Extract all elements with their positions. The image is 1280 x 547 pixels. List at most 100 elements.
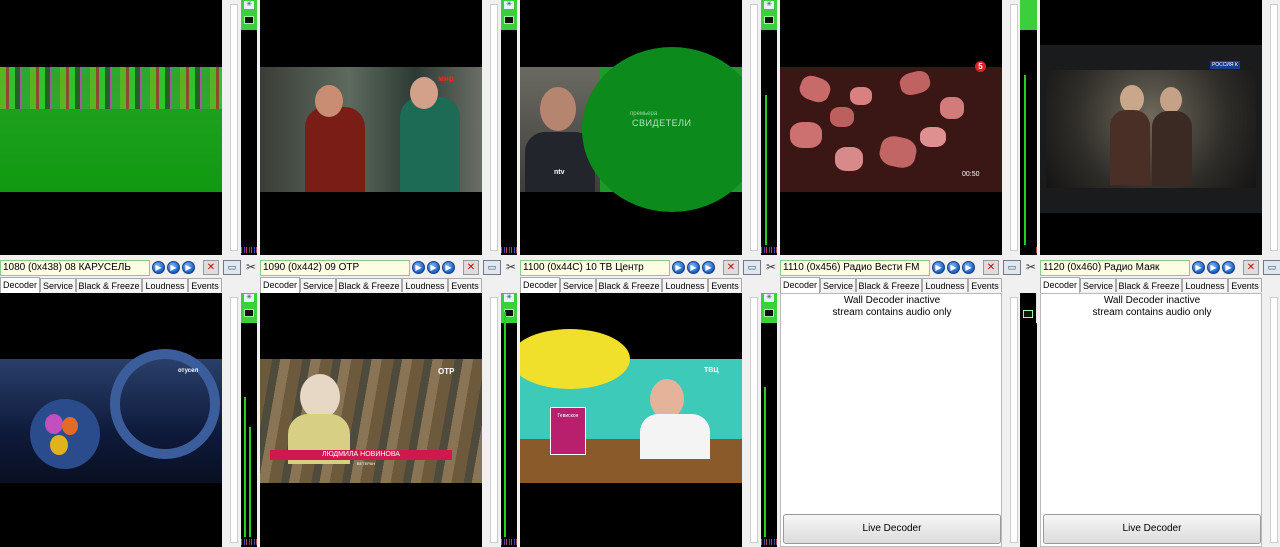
tab-loudness[interactable]: Loudness <box>402 278 448 292</box>
scrollbar[interactable] <box>750 4 758 251</box>
tab-loudness[interactable]: Loudness <box>142 278 188 292</box>
tab-loudness[interactable]: Loudness <box>662 278 708 292</box>
channel-header-5: 1120 (0x460) Радио Маяк ▶ ▶ ▶ ✕ ▭ <box>1040 260 1280 276</box>
tab-loudness[interactable]: Loudness <box>922 278 968 292</box>
play-icon[interactable]: ▶ <box>1207 261 1220 274</box>
tab-black-freeze[interactable]: Black & Freeze <box>336 278 402 292</box>
audio-level-meter: ✳ <box>501 293 517 547</box>
tools-icon[interactable]: ✂ <box>764 260 778 275</box>
play-icon[interactable]: ▶ <box>412 261 425 274</box>
tab-bar-2: Decoder Service Black & Freeze Loudness … <box>260 277 482 293</box>
mute-icon[interactable]: ✕ <box>723 260 739 275</box>
play-icon[interactable]: ▶ <box>167 261 180 274</box>
tab-black-freeze[interactable]: Black & Freeze <box>1116 278 1182 292</box>
channel-title: 1120 (0x460) Радио Маяк <box>1040 260 1190 276</box>
channel-title: 1080 (0x438) 08 КАРУСЕЛЬ <box>0 260 150 276</box>
play-icon[interactable]: ▶ <box>1192 261 1205 274</box>
timer-overlay: 00:50 <box>962 171 980 178</box>
play-icon[interactable]: ▶ <box>672 261 685 274</box>
play-icon[interactable]: ▶ <box>442 261 455 274</box>
play-icon[interactable]: ▶ <box>962 261 975 274</box>
scrollbar[interactable] <box>1010 297 1018 543</box>
scrollbar[interactable] <box>1270 297 1278 543</box>
tab-service[interactable]: Service <box>1080 278 1116 292</box>
tab-decoder[interactable]: Decoder <box>780 277 820 293</box>
play-icon[interactable]: ▶ <box>182 261 195 274</box>
tab-decoder[interactable]: Decoder <box>520 277 560 293</box>
inactive-message: Wall Decoder inactive stream contains au… <box>1041 295 1263 319</box>
screen-icon[interactable] <box>764 309 774 317</box>
mute-icon[interactable]: ✕ <box>983 260 999 275</box>
video-panel-3: премьера СВИДЕТЕЛИ ntv ✳ <box>520 0 780 255</box>
tools-icon[interactable]: ✂ <box>504 260 518 275</box>
tab-black-freeze[interactable]: Black & Freeze <box>596 278 662 292</box>
tab-events[interactable]: Events <box>708 278 742 292</box>
tab-decoder[interactable]: Decoder <box>1040 277 1080 293</box>
decoder-inactive-panel: Wall Decoder inactive stream contains au… <box>1040 293 1262 547</box>
tab-service[interactable]: Service <box>560 278 596 292</box>
channel-title: 1100 (0x44C) 10 ТВ Центр <box>520 260 670 276</box>
screen-icon[interactable] <box>504 16 514 24</box>
screen-icon[interactable] <box>244 16 254 24</box>
tab-bar-3: Decoder Service Black & Freeze Loudness … <box>520 277 742 293</box>
mute-icon[interactable]: ✕ <box>463 260 479 275</box>
screen-icon[interactable] <box>244 309 254 317</box>
scrollbar[interactable] <box>490 297 498 543</box>
settings-icon[interactable]: ✳ <box>244 1 254 9</box>
tools-icon[interactable]: ✂ <box>244 260 258 275</box>
play-icon[interactable]: ▶ <box>702 261 715 274</box>
video-frame: отусел <box>0 349 222 483</box>
scrollbar[interactable] <box>1270 4 1278 251</box>
play-icon[interactable]: ▶ <box>947 261 960 274</box>
scrollbar[interactable] <box>750 297 758 543</box>
scrollbar[interactable] <box>490 4 498 251</box>
tab-decoder[interactable]: Decoder <box>0 277 40 293</box>
tab-loudness[interactable]: Loudness <box>1182 278 1228 292</box>
channel-logo: ТВЦ <box>704 367 719 374</box>
settings-icon[interactable]: ✳ <box>504 294 514 302</box>
channel-title: 1090 (0x442) 09 ОТР <box>260 260 410 276</box>
monitor-icon[interactable]: ▭ <box>223 260 241 275</box>
tab-black-freeze[interactable]: Black & Freeze <box>76 278 142 292</box>
tab-events[interactable]: Events <box>1228 278 1262 292</box>
scrollbar[interactable] <box>230 4 238 251</box>
tab-black-freeze[interactable]: Black & Freeze <box>856 278 922 292</box>
video-panel-4: 5 00:50 ✳ <box>780 0 1040 255</box>
play-icon[interactable]: ▶ <box>932 261 945 274</box>
video-display: РОССИЯ К <box>1040 0 1262 255</box>
play-icon[interactable]: ▶ <box>1222 261 1235 274</box>
scrollbar[interactable] <box>1010 4 1018 251</box>
tab-events[interactable]: Events <box>188 278 222 292</box>
monitor-icon[interactable]: ▭ <box>483 260 501 275</box>
play-icon[interactable]: ▶ <box>687 261 700 274</box>
settings-icon[interactable]: ✳ <box>244 294 254 302</box>
tab-decoder[interactable]: Decoder <box>260 277 300 293</box>
tab-service[interactable]: Service <box>300 278 336 292</box>
video-display: Гевискон ТВЦ <box>520 293 742 547</box>
monitor-icon[interactable]: ▭ <box>743 260 761 275</box>
play-icon[interactable]: ▶ <box>427 261 440 274</box>
live-decoder-button[interactable]: Live Decoder <box>783 514 1001 544</box>
video-frame: Гевискон ТВЦ <box>520 329 742 483</box>
tab-events[interactable]: Events <box>448 278 482 292</box>
tab-events[interactable]: Events <box>968 278 1002 292</box>
monitor-icon[interactable]: ▭ <box>1263 260 1280 275</box>
settings-icon[interactable]: ✳ <box>504 1 514 9</box>
screen-icon[interactable] <box>1023 310 1033 318</box>
settings-icon[interactable]: ✳ <box>764 1 774 9</box>
scrollbar[interactable] <box>230 297 238 543</box>
monitor-icon[interactable]: ▭ <box>1003 260 1021 275</box>
play-icon[interactable]: ▶ <box>152 261 165 274</box>
live-decoder-button[interactable]: Live Decoder <box>1043 514 1261 544</box>
video-frame: премьера СВИДЕТЕЛИ ntv <box>520 47 742 212</box>
mute-icon[interactable]: ✕ <box>1243 260 1259 275</box>
video-frame: РОССИЯ К <box>1040 45 1262 213</box>
mute-icon[interactable]: ✕ <box>203 260 219 275</box>
tools-icon[interactable]: ✂ <box>1024 260 1038 275</box>
screen-icon[interactable] <box>764 16 774 24</box>
video-panel-2: мир ✳ <box>260 0 520 255</box>
tab-service[interactable]: Service <box>820 278 856 292</box>
settings-icon[interactable]: ✳ <box>764 294 774 302</box>
video-frame: мир <box>260 67 482 192</box>
tab-service[interactable]: Service <box>40 278 76 292</box>
